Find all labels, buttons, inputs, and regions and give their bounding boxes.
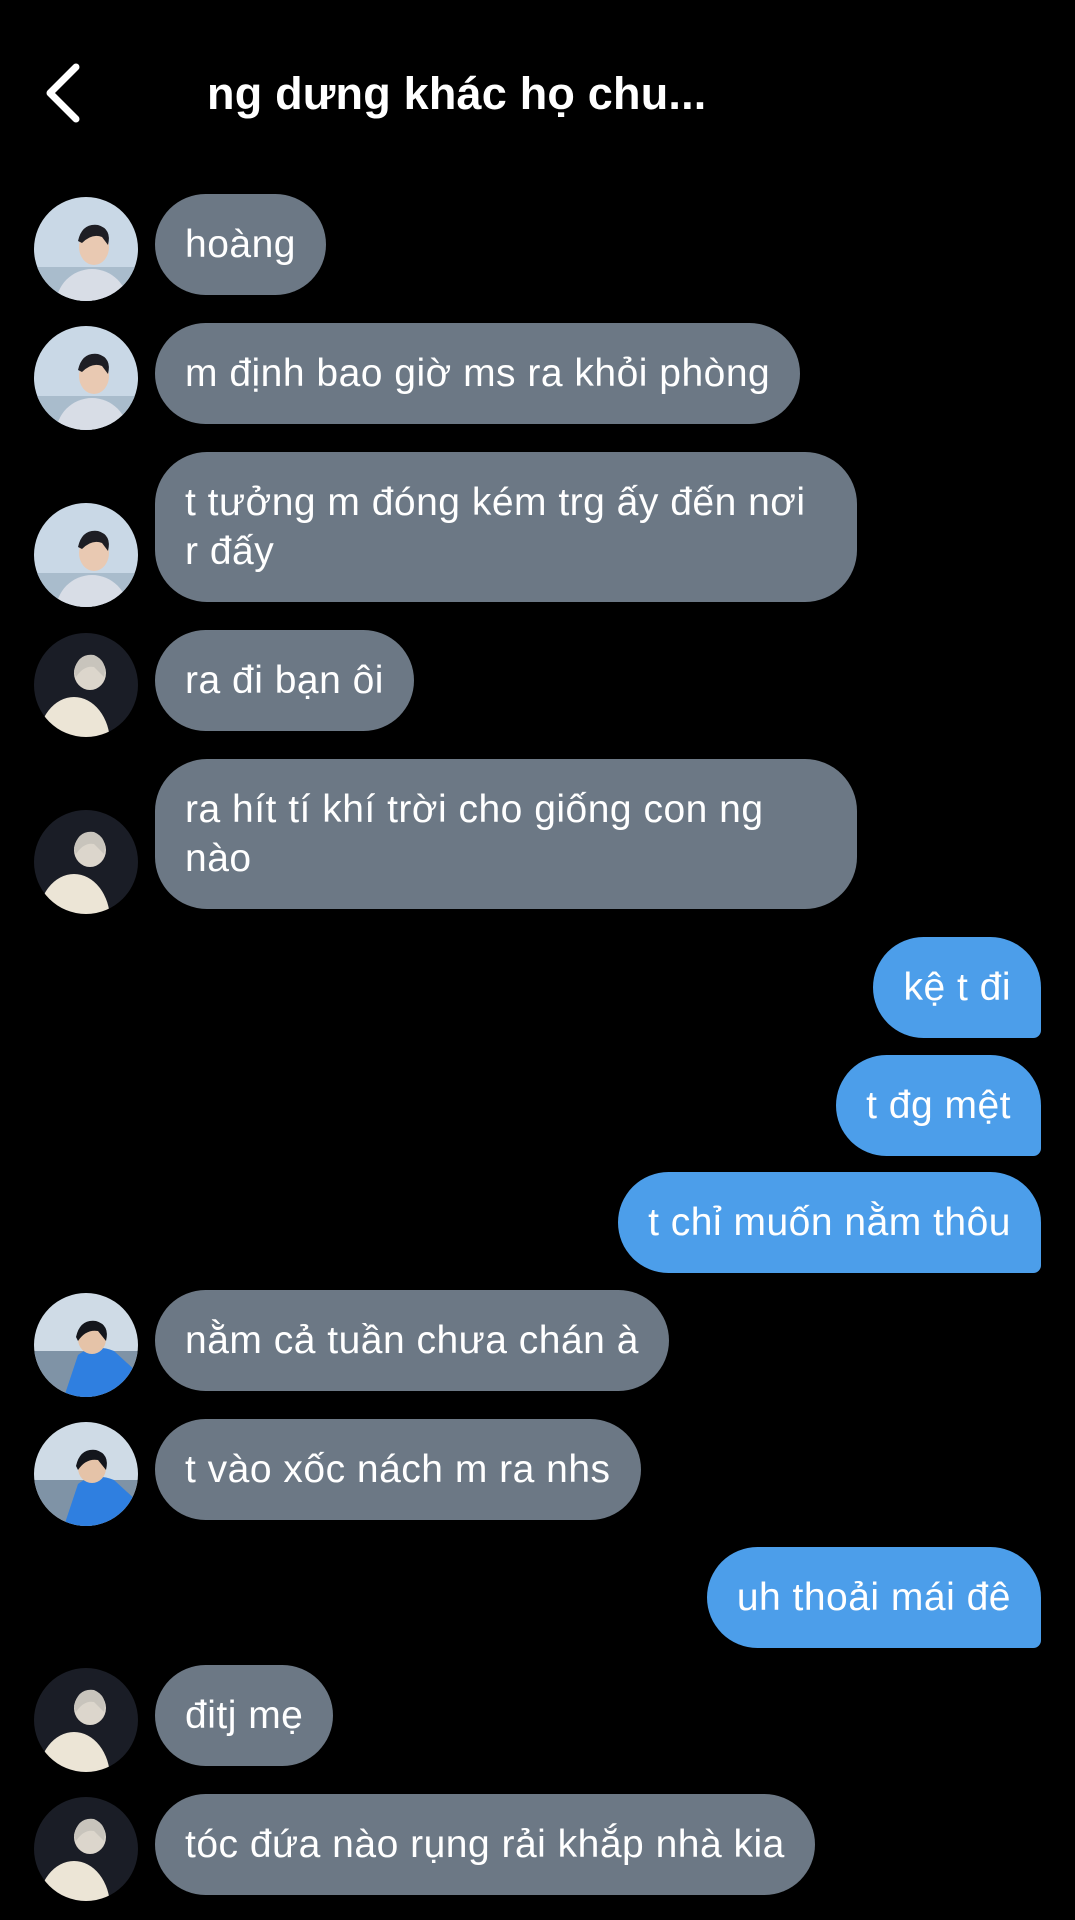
- message-text: đitj mẹ: [185, 1694, 304, 1737]
- avatar-sender-b[interactable]: [34, 810, 138, 914]
- message-bubble-incoming[interactable]: nằm cả tuần chưa chán à: [155, 1290, 669, 1391]
- message-bubble-outgoing[interactable]: kệ t đi: [873, 937, 1041, 1038]
- avatar-sender-b[interactable]: [34, 1668, 138, 1772]
- message-text: t đg mệt: [866, 1084, 1011, 1127]
- message-bubble-incoming[interactable]: hoàng: [155, 194, 326, 295]
- message-text: t chỉ muốn nằm thôu: [648, 1201, 1011, 1244]
- chat-header: ng dưng khác họ chu...: [0, 0, 1075, 190]
- avatar-sender-b[interactable]: [34, 1797, 138, 1901]
- message-bubble-incoming[interactable]: t vào xốc nách m ra nhs: [155, 1419, 641, 1520]
- message-bubble-incoming[interactable]: ra hít tí khí trời cho giống con ng nào: [155, 759, 857, 909]
- message-bubble-incoming[interactable]: m định bao giờ ms ra khỏi phòng: [155, 323, 801, 424]
- message-bubble-incoming[interactable]: tóc đứa nào rụng rải khắp nhà kia: [155, 1794, 815, 1895]
- avatar-sender-c[interactable]: [34, 1293, 138, 1397]
- avatar-sender-a[interactable]: [34, 197, 138, 301]
- message-bubble-incoming[interactable]: t tưởng m đóng kém trg ấy đến nơi r đấy: [155, 452, 857, 602]
- message-text: ra đi bạn ôi: [185, 659, 384, 702]
- message-bubble-outgoing[interactable]: t đg mệt: [836, 1055, 1041, 1156]
- avatar-sender-a[interactable]: [34, 503, 138, 607]
- message-bubble-incoming[interactable]: đitj mẹ: [155, 1665, 334, 1766]
- message-text: tóc đứa nào rụng rải khắp nhà kia: [185, 1823, 785, 1866]
- message-text: hoàng: [185, 223, 296, 266]
- message-bubble-incoming[interactable]: ra đi bạn ôi: [155, 630, 414, 731]
- message-text: t vào xốc nách m ra nhs: [185, 1448, 611, 1491]
- chevron-left-icon: [46, 63, 80, 123]
- message-text: t tưởng m đóng kém trg ấy đến nơi r đấy: [185, 481, 806, 573]
- message-bubble-outgoing[interactable]: t chỉ muốn nằm thôu: [618, 1172, 1041, 1273]
- message-text: kệ t đi: [903, 966, 1011, 1009]
- chat-title[interactable]: ng dưng khác họ chu...: [207, 64, 707, 124]
- message-text: ra hít tí khí trời cho giống con ng nào: [185, 788, 764, 880]
- avatar-sender-c[interactable]: [34, 1422, 138, 1526]
- message-text: nằm cả tuần chưa chán à: [185, 1319, 639, 1362]
- message-bubble-outgoing[interactable]: uh thoải mái đê: [706, 1547, 1041, 1648]
- avatar-sender-a[interactable]: [34, 326, 138, 430]
- message-text: m định bao giờ ms ra khỏi phòng: [185, 352, 771, 395]
- avatar-sender-b[interactable]: [34, 633, 138, 737]
- message-text: uh thoải mái đê: [736, 1576, 1011, 1619]
- back-button[interactable]: [36, 58, 96, 128]
